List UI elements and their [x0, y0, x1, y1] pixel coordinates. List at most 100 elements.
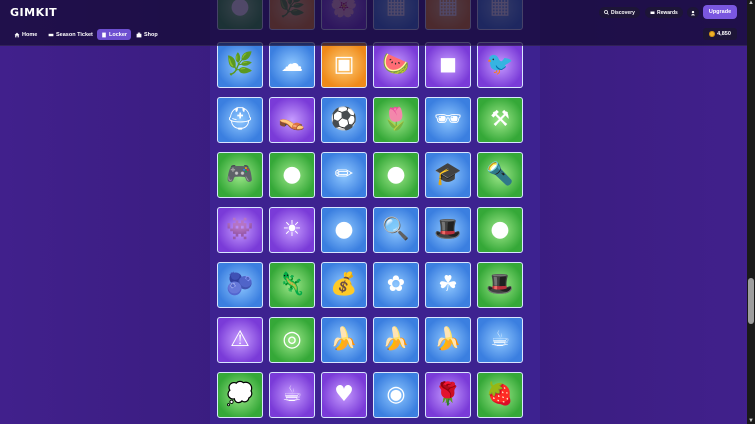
teal-blob-icon: ●: [386, 162, 406, 187]
cosmetic-tile-miner[interactable]: ⛑: [217, 97, 263, 143]
coin-balance: 4,850: [703, 28, 737, 40]
cosmetic-tile-flashlight[interactable]: 🔦: [477, 152, 523, 198]
cosmetic-tile-rose-bouquet[interactable]: 🌹: [425, 372, 471, 418]
sun-icon: ☀: [282, 217, 302, 242]
cosmetic-tile-magnifier[interactable]: 🔍: [373, 207, 419, 253]
blueberry-blob-icon: 🫐: [226, 272, 254, 297]
banana-bunch-icon: 🍌: [434, 327, 462, 352]
love-mug-icon: ☕: [490, 327, 510, 352]
black-blob-icon: ●: [334, 217, 354, 242]
cosmetic-tile-monster[interactable]: 👾: [217, 207, 263, 253]
cosmetic-tile-clover[interactable]: ☘: [425, 262, 471, 308]
cocoa-mug-icon: ☕: [282, 382, 302, 407]
nav-locker-label: Locker: [109, 31, 128, 38]
rose-bouquet-icon: 🌹: [434, 382, 462, 407]
profile-button[interactable]: [687, 7, 699, 18]
flashlight-icon: 🔦: [486, 162, 514, 187]
cosmetic-tile-strawberry[interactable]: 🍓: [477, 372, 523, 418]
cosmetic-tile-banana-blob[interactable]: 🍌: [321, 317, 367, 363]
discovery-button[interactable]: Discovery: [599, 7, 640, 18]
nav-shop-label: Shop: [144, 31, 158, 38]
cosmetic-tile-yellow-blob[interactable]: ●: [269, 152, 315, 198]
nav-locker[interactable]: Locker: [97, 29, 132, 40]
flip-flops-icon: 👡: [278, 107, 306, 132]
banana-peel-icon: 🍌: [382, 327, 410, 352]
watermelon-icon: 🍉: [382, 52, 410, 77]
axolotl-icon: 🦎: [278, 272, 306, 297]
banana-blob-icon: 🍌: [330, 327, 358, 352]
treasure-chest-icon: 💰: [330, 272, 358, 297]
cosmetic-tile-banana-bunch[interactable]: 🍌: [425, 317, 471, 363]
magnifier-icon: 🔍: [382, 217, 410, 242]
cosmetic-tile-love-mug[interactable]: ☕: [477, 317, 523, 363]
cosmetic-tile-birds[interactable]: 🐦: [477, 42, 523, 88]
rewards-button[interactable]: Rewards: [645, 7, 683, 18]
discovery-label: Discovery: [611, 9, 635, 16]
cosmetic-tile-hammer[interactable]: ⚒: [477, 97, 523, 143]
cosmetic-tile-leprechaun-hat[interactable]: 🎩: [477, 262, 523, 308]
scroll-down-icon[interactable]: ▼: [748, 418, 754, 424]
ticket-icon: [48, 33, 54, 36]
cosmetic-tile-speech-cloud[interactable]: 💭: [217, 372, 263, 418]
scrollbar-thumb[interactable]: [748, 278, 754, 324]
speech-cloud-icon: 💭: [226, 382, 254, 407]
keep-out-sign-icon: ⚠: [230, 327, 250, 352]
cosmetic-tile-treasure-chest[interactable]: 💰: [321, 262, 367, 308]
cosmetic-tile-cloud-blob[interactable]: ☁: [269, 42, 315, 88]
cosmetic-tile-keep-out-sign[interactable]: ⚠: [217, 317, 263, 363]
yellow-blob-icon: ●: [282, 162, 302, 187]
cosmetic-tile-top-hat[interactable]: 🎩: [425, 207, 471, 253]
cosmetic-tile-crayons[interactable]: ✏: [321, 152, 367, 198]
cloud-blob-icon: ☁: [281, 52, 303, 77]
user-icon: [690, 10, 696, 15]
cosmetic-tile-beach-balls[interactable]: ⚽: [321, 97, 367, 143]
cosmetic-tile-cocoa-mug[interactable]: ☕: [269, 372, 315, 418]
strawberry-icon: 🍓: [486, 382, 514, 407]
zero-g-badge-icon: ◉: [386, 382, 406, 407]
nav-home[interactable]: Home: [10, 29, 41, 40]
graduate-icon: 🎓: [434, 162, 462, 187]
brown-bear-icon: ◼: [438, 52, 458, 77]
nav-season-ticket-label: Season Ticket: [56, 31, 93, 38]
cosmetic-tile-heart-candy[interactable]: ♥: [321, 372, 367, 418]
coin-count: 4,850: [717, 31, 731, 37]
crayons-icon: ✏: [334, 162, 354, 187]
cosmetic-tile-zero-g-badge[interactable]: ◉: [373, 372, 419, 418]
scroll-up-icon[interactable]: ▲: [748, 0, 754, 6]
cosmetic-tile-dark-blob[interactable]: ●: [477, 207, 523, 253]
cosmetic-tile-flip-flops[interactable]: 👡: [269, 97, 315, 143]
cosmetic-tile-black-blob[interactable]: ●: [321, 207, 367, 253]
sunglasses-icon: 🕶: [434, 107, 462, 132]
cosmetic-tile-banana-peel[interactable]: 🍌: [373, 317, 419, 363]
dark-blob-icon: ●: [490, 217, 510, 242]
cosmetic-tile-brown-bear[interactable]: ◼: [425, 42, 471, 88]
cosmetic-tile-sunglasses[interactable]: 🕶: [425, 97, 471, 143]
cosmetic-tile-spring-text[interactable]: ✿: [373, 262, 419, 308]
nav-shop[interactable]: Shop: [132, 29, 162, 40]
cosmetic-tile-plant-blob[interactable]: 🌿: [217, 42, 263, 88]
cosmetic-tile-blueberry-blob[interactable]: 🫐: [217, 262, 263, 308]
cosmetic-tile-teal-blob[interactable]: ●: [373, 152, 419, 198]
monster-icon: 👾: [226, 217, 254, 242]
cosmetic-tile-axolotl[interactable]: 🦎: [269, 262, 315, 308]
plant-blob-icon: 🌿: [226, 52, 254, 77]
cosmetic-tile-watermelon[interactable]: 🍉: [373, 42, 419, 88]
cosmetic-tile-game-controller[interactable]: 🎮: [217, 152, 263, 198]
scrollbar[interactable]: ▲ ▼: [747, 0, 755, 424]
top-bar: GIMKIT Home Season Ticket Locker Shop Di…: [0, 0, 747, 46]
cosmetic-tile-graduate[interactable]: 🎓: [425, 152, 471, 198]
cosmetic-tile-duct-tape[interactable]: ◎: [269, 317, 315, 363]
upgrade-button[interactable]: Upgrade: [703, 5, 737, 19]
clover-icon: ☘: [438, 272, 458, 297]
heart-candy-icon: ♥: [334, 382, 354, 407]
gimkit-logo[interactable]: GIMKIT: [10, 6, 57, 19]
cosmetic-tile-potted-flower[interactable]: 🌷: [373, 97, 419, 143]
cosmetic-tile-photo-frame[interactable]: ▣: [321, 42, 367, 88]
shop-icon: [136, 32, 142, 37]
nav-season-ticket[interactable]: Season Ticket: [44, 29, 97, 40]
duct-tape-icon: ◎: [282, 327, 302, 352]
cosmetic-tile-sun[interactable]: ☀: [269, 207, 315, 253]
beach-balls-icon: ⚽: [330, 107, 358, 132]
top-hat-icon: 🎩: [434, 217, 462, 242]
miner-icon: ⛑: [226, 107, 254, 132]
